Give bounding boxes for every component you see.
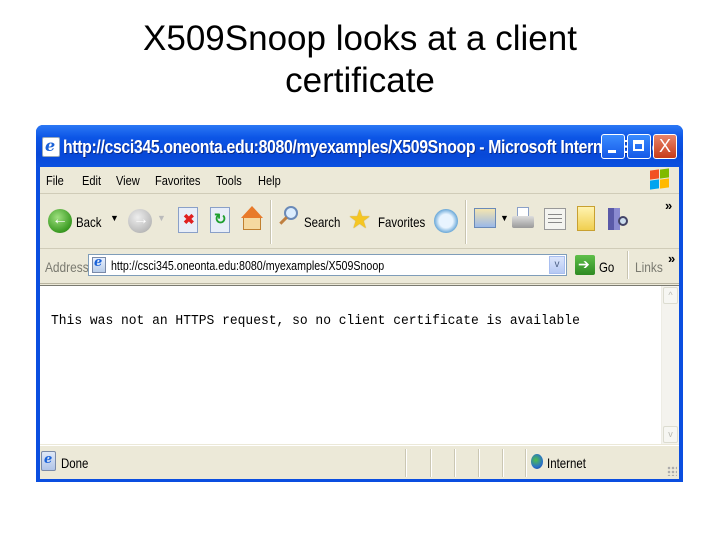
go-button-label[interactable]: Go bbox=[599, 259, 614, 275]
favorites-star-icon[interactable]: ★ bbox=[348, 204, 371, 235]
windows-logo-icon bbox=[649, 168, 669, 191]
menu-edit[interactable]: Edit bbox=[82, 173, 101, 188]
address-input[interactable]: e http://csci345.oneonta.edu:8080/myexam… bbox=[88, 254, 567, 276]
forward-dropdown-icon[interactable]: ▼ bbox=[157, 213, 166, 223]
address-bar: Address e http://csci345.oneonta.edu:808… bbox=[40, 249, 679, 284]
address-url: http://csci345.oneonta.edu:8080/myexampl… bbox=[111, 258, 385, 273]
scroll-down-button[interactable]: v bbox=[663, 426, 678, 443]
address-dropdown-button[interactable]: v bbox=[549, 256, 565, 274]
search-icon[interactable] bbox=[278, 206, 302, 232]
forward-arrow-icon[interactable]: → bbox=[128, 209, 152, 233]
slide-title-line2: certificate bbox=[285, 61, 435, 100]
links-overflow-button[interactable]: » bbox=[668, 251, 675, 266]
slide-title-line1: X509Snoop looks at a client bbox=[143, 19, 577, 58]
status-pane-divider bbox=[405, 449, 407, 477]
menu-favorites[interactable]: Favorites bbox=[155, 173, 200, 188]
status-pane-divider bbox=[478, 449, 480, 477]
back-dropdown-icon[interactable]: ▼ bbox=[110, 213, 119, 223]
favorites-button-label[interactable]: Favorites bbox=[378, 214, 425, 230]
ie-page-icon bbox=[42, 136, 60, 157]
toolbar-overflow-button[interactable]: » bbox=[665, 198, 672, 213]
close-button[interactable] bbox=[653, 134, 677, 159]
status-bar: Done Internet bbox=[40, 445, 679, 479]
address-separator bbox=[627, 251, 629, 279]
address-label: Address bbox=[45, 259, 89, 275]
refresh-icon[interactable]: ↻ bbox=[210, 207, 230, 233]
window-title: http://csci345.oneonta.edu:8080/myexampl… bbox=[63, 137, 674, 157]
status-pane-divider bbox=[454, 449, 456, 477]
status-text: Done bbox=[61, 455, 89, 471]
vertical-scrollbar[interactable]: ^ v bbox=[661, 286, 679, 444]
status-pane-divider bbox=[502, 449, 504, 477]
title-bar[interactable]: http://csci345.oneonta.edu:8080/myexampl… bbox=[36, 125, 683, 167]
back-arrow-icon[interactable]: ← bbox=[48, 209, 72, 233]
page-message: This was not an HTTPS request, so no cli… bbox=[51, 314, 580, 329]
browser-window: http://csci345.oneonta.edu:8080/myexampl… bbox=[36, 125, 683, 482]
print-icon[interactable] bbox=[512, 207, 534, 231]
slide-title: X509Snoop looks at a client certificate bbox=[0, 18, 720, 102]
menu-bar: File Edit View Favorites Tools Help bbox=[40, 167, 679, 194]
internet-globe-icon bbox=[531, 454, 543, 469]
history-icon[interactable] bbox=[434, 209, 458, 233]
edit-icon[interactable] bbox=[544, 208, 566, 230]
links-button[interactable]: Links bbox=[635, 259, 663, 275]
back-button-label[interactable]: Back bbox=[76, 214, 102, 230]
status-pane-divider bbox=[430, 449, 432, 477]
minimize-button[interactable] bbox=[601, 134, 625, 159]
go-arrow-icon[interactable] bbox=[575, 255, 595, 275]
resize-grip[interactable] bbox=[667, 466, 677, 476]
page-content: This was not an HTTPS request, so no cli… bbox=[40, 285, 679, 444]
status-pane-divider bbox=[525, 449, 527, 477]
toolbar-separator bbox=[270, 200, 272, 244]
ie-page-icon: e bbox=[92, 255, 108, 273]
mail-icon[interactable] bbox=[474, 208, 496, 228]
scroll-up-button[interactable]: ^ bbox=[663, 287, 678, 304]
discuss-icon[interactable] bbox=[577, 206, 595, 231]
research-icon[interactable] bbox=[608, 206, 630, 232]
ie-page-icon bbox=[41, 451, 56, 471]
menu-tools[interactable]: Tools bbox=[216, 173, 242, 188]
home-icon[interactable] bbox=[241, 206, 265, 232]
stop-icon[interactable]: ✖ bbox=[178, 207, 198, 233]
search-button-label[interactable]: Search bbox=[304, 214, 340, 230]
toolbar-separator bbox=[465, 200, 467, 244]
menu-help[interactable]: Help bbox=[258, 173, 281, 188]
menu-view[interactable]: View bbox=[116, 173, 140, 188]
menu-file[interactable]: File bbox=[46, 173, 64, 188]
maximize-button[interactable] bbox=[627, 134, 651, 159]
standard-toolbar: ← Back ▼ → ▼ ✖ ↻ Search ★ Favorites ▼ » bbox=[40, 194, 679, 249]
mail-dropdown-icon[interactable]: ▼ bbox=[500, 213, 509, 223]
browser-chrome: File Edit View Favorites Tools Help ← Ba… bbox=[40, 167, 679, 479]
security-zone-text: Internet bbox=[547, 455, 586, 471]
